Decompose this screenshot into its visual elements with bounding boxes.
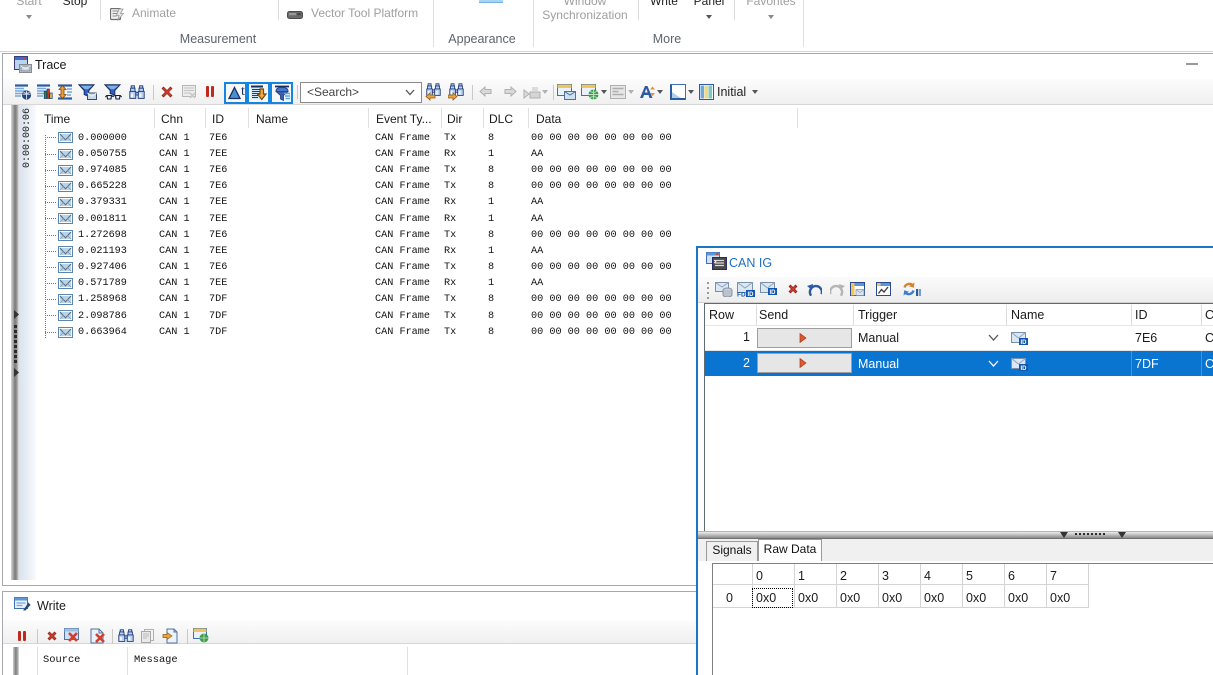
svg-text:ID: ID: [1021, 340, 1028, 345]
svg-text:FD: FD: [737, 292, 746, 298]
svg-text:ID: ID: [770, 290, 777, 295]
svg-text:ID: ID: [1021, 366, 1028, 371]
svg-text:ID: ID: [748, 292, 755, 297]
